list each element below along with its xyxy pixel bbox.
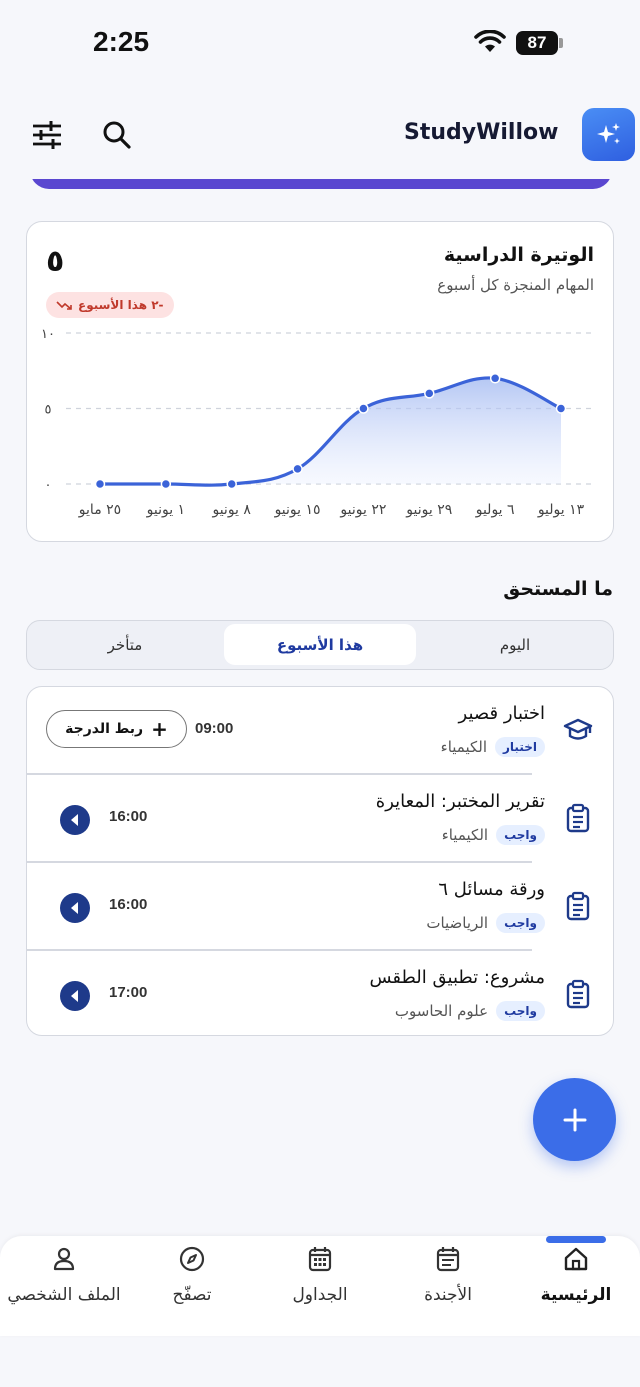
task-title: اختبار قصير: [458, 703, 545, 724]
task-tag: واجب: [496, 913, 545, 933]
task-row[interactable]: اختبار قصير اختبار الكيمياء 09:00 + ربط …: [27, 687, 613, 775]
add-task-fab[interactable]: [533, 1078, 616, 1161]
data-point: [94, 478, 106, 490]
pace-value: ٥: [46, 244, 65, 279]
trend-text: -٢ هذا الأسبوع: [78, 298, 164, 312]
x-tick-label: ٨ يونيو: [211, 502, 251, 518]
x-tick-label: ١ يونيو: [146, 502, 185, 518]
data-point: [555, 403, 567, 414]
wifi-icon: [474, 30, 506, 52]
nav-item-home[interactable]: الرئيسية: [512, 1245, 640, 1315]
task-meta: واجب الرياضيات: [426, 913, 545, 933]
chevron-left-icon: [71, 814, 78, 826]
calendar-grid-icon: [308, 1247, 332, 1272]
x-tick-label: ١٥ يونيو: [274, 502, 321, 518]
y-tick-label: ٥: [45, 403, 52, 418]
clipboard-icon: [566, 803, 590, 833]
task-meta: واجب الكيمياء: [442, 825, 545, 845]
data-point: [358, 403, 369, 414]
task-list: اختبار قصير اختبار الكيمياء 09:00 + ربط …: [26, 686, 614, 1036]
nav-label: الرئيسية: [540, 1285, 612, 1305]
x-tick-label: ٢٢ يونيو: [339, 502, 386, 518]
active-tab-indicator: [546, 1236, 606, 1243]
data-point: [226, 478, 237, 490]
task-title: تقرير المختبر: المعايرة: [375, 791, 545, 812]
pace-title: الوتيرة الدراسية: [443, 244, 594, 266]
due-section-title: ما المستحق: [503, 578, 613, 600]
plus-icon: +: [151, 717, 168, 741]
nav-label: الأجندة: [424, 1285, 472, 1305]
compass-icon: [179, 1246, 205, 1272]
nav-item-agenda[interactable]: الأجندة: [384, 1245, 512, 1315]
filter-sliders-icon[interactable]: [29, 118, 65, 152]
task-course: الكيمياء: [441, 826, 489, 844]
clipboard-icon: [566, 979, 590, 1009]
task-tag: واجب: [496, 1001, 545, 1021]
chevron-left-icon: [71, 990, 78, 1002]
nav-item-profile[interactable]: الملف الشخصي: [0, 1245, 128, 1315]
task-time: 16:00: [109, 808, 148, 825]
x-tick-label: ٢٥ مايو: [78, 502, 121, 518]
series-area: [100, 377, 561, 486]
start-task-button[interactable]: [60, 893, 90, 923]
task-course: الرياضيات: [426, 914, 489, 932]
data-point: [424, 388, 435, 399]
search-icon[interactable]: [100, 118, 134, 152]
due-tabs: اليوم هذا الأسبوع متأخر: [26, 620, 614, 670]
task-course: الكيمياء: [440, 738, 488, 756]
x-tick-label: ٦ يوليو: [475, 502, 515, 518]
nav-label: الجداول: [292, 1285, 348, 1305]
task-course: علوم الحاسوب: [394, 1002, 489, 1020]
task-tag: اختبار: [495, 737, 545, 757]
task-row[interactable]: تقرير المختبر: المعايرة واجب الكيمياء 16…: [27, 775, 613, 863]
task-time: 17:00: [109, 984, 148, 1001]
app-title: StudyWillow: [404, 120, 559, 145]
tab-overdue[interactable]: متأخر: [29, 624, 221, 665]
link-grade-label: ربط الدرجة: [65, 721, 144, 737]
promo-banner-edge: [30, 179, 612, 189]
data-point: [489, 373, 501, 384]
ai-sparkle-button[interactable]: [582, 108, 635, 161]
task-row[interactable]: مشروع: تطبيق الطقس واجب علوم الحاسوب 17:…: [27, 951, 613, 1035]
task-title: ورقة مسائل ٦: [438, 879, 545, 900]
status-time: 2:25: [93, 26, 150, 57]
nav-label: تصفّح: [172, 1285, 212, 1305]
y-tick-label: ٠: [45, 478, 52, 493]
start-task-button[interactable]: [60, 805, 90, 835]
nav-label: الملف الشخصي: [7, 1285, 121, 1305]
tab-today[interactable]: اليوم: [419, 624, 611, 665]
task-tag: واجب: [496, 825, 545, 845]
home-icon: [564, 1247, 588, 1271]
trend-down-icon: [56, 301, 72, 310]
task-title: مشروع: تطبيق الطقس: [369, 967, 545, 988]
start-task-button[interactable]: [60, 981, 90, 1011]
link-grade-button[interactable]: + ربط الدرجة: [46, 710, 187, 748]
trend-badge: -٢ هذا الأسبوع: [46, 292, 174, 318]
task-meta: اختبار الكيمياء: [441, 737, 545, 757]
task-time: 09:00: [195, 720, 234, 737]
battery-indicator: 87: [516, 31, 558, 55]
pace-subtitle: المهام المنجزة كل أسبوع: [437, 276, 594, 294]
nav-item-browse[interactable]: تصفّح: [128, 1245, 256, 1315]
chevron-left-icon: [71, 902, 78, 914]
task-meta: واجب علوم الحاسوب: [395, 1001, 545, 1021]
data-point: [160, 478, 172, 490]
battery-tip: [559, 38, 563, 48]
x-tick-label: ١٣ يوليو: [537, 502, 585, 518]
task-row[interactable]: ورقة مسائل ٦ واجب الرياضيات 16:00: [27, 863, 613, 951]
y-tick-label: ١٠: [41, 327, 55, 342]
agenda-icon: [436, 1247, 460, 1272]
data-point: [292, 463, 303, 475]
x-tick-label: ٢٩ يونيو: [405, 502, 452, 518]
nav-item-schedules[interactable]: الجداول: [256, 1245, 384, 1315]
clipboard-icon: [566, 891, 590, 921]
plus-icon: [563, 1108, 586, 1131]
task-time: 16:00: [109, 896, 148, 913]
tab-this-week[interactable]: هذا الأسبوع: [224, 624, 416, 665]
profile-icon: [53, 1247, 75, 1271]
pace-chart: ٠ ٥ ١٠ ٢٥ مايو ١ يونيو ٨ يونيو ١٥ يونيو ٢٢ يوني…: [41, 327, 594, 518]
graduation-cap-icon: [563, 718, 593, 740]
sparkle-icon: [596, 122, 620, 144]
